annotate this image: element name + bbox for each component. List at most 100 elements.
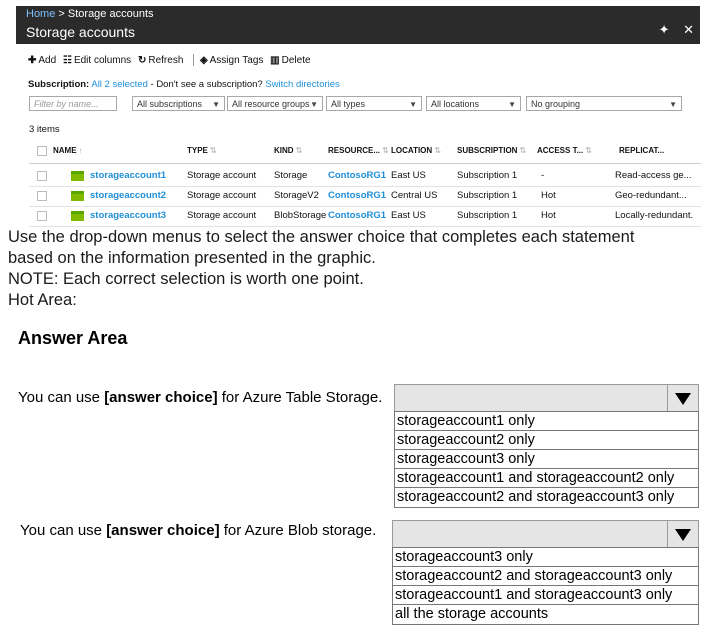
resource-group-link[interactable]: ContosoRG1 [328, 170, 386, 181]
statement-1-suffix: for Azure Table Storage. [217, 389, 383, 406]
cell-location: East US [391, 210, 426, 221]
cell-type: Storage account [187, 170, 257, 181]
statement-1-prefix: You can use [18, 389, 105, 406]
dropdown-option[interactable]: storageaccount3 only [395, 450, 698, 469]
cell-access-tier: - [541, 170, 545, 181]
dropdown-option[interactable]: storageaccount3 only [393, 548, 698, 567]
dropdown-option[interactable]: storageaccount2 and storageaccount3 only [395, 488, 698, 507]
add-label: Add [38, 54, 57, 66]
column-header-subscription[interactable]: SUBSCRIPTION ⇅ [457, 146, 526, 155]
toolbar-divider [193, 54, 195, 66]
refresh-label: Refresh [148, 54, 184, 66]
dropdown-option[interactable]: storageaccount2 only [395, 431, 698, 450]
table-row[interactable]: storageaccount2 Storage account StorageV… [29, 186, 701, 207]
resource-group-link[interactable]: ContosoRG1 [328, 210, 386, 221]
column-header-access-tier[interactable]: ACCESS T... ⇅ [537, 146, 592, 155]
answer-dropdown-1[interactable] [394, 384, 699, 412]
cell-type: Storage account [187, 210, 257, 221]
row-checkbox[interactable] [37, 191, 47, 201]
chevron-down-icon: ▼ [409, 100, 417, 109]
edit-columns-button[interactable]: ☷ Edit columns [63, 55, 131, 66]
types-dropdown[interactable]: All types ▼ [326, 96, 422, 111]
add-button[interactable]: ✚ Add [28, 55, 56, 66]
filter-name-input[interactable]: Filter by name... [29, 96, 117, 111]
assign-tags-label: Assign Tags [209, 54, 264, 66]
column-header-replication[interactable]: REPLICAT... [619, 146, 664, 155]
switch-directories-link[interactable]: Switch directories [265, 79, 339, 90]
chevron-down-icon: ▼ [508, 100, 516, 109]
subscription-question: - Don't see a subscription? [147, 79, 266, 90]
dropdown-option[interactable]: storageaccount2 and storageaccount3 only [393, 567, 698, 586]
cell-replication: Geo-redundant... [615, 190, 687, 201]
blade-title: Storage accounts [26, 24, 135, 40]
chevron-down-icon: ▼ [310, 100, 318, 109]
pin-icon[interactable]: ✦ [659, 22, 670, 37]
subscriptions-dropdown[interactable]: All subscriptions ▼ [132, 96, 225, 111]
breadcrumb-separator: > [55, 8, 68, 20]
question-instruction-line1: Use the drop-down menus to select the an… [8, 228, 635, 246]
grouping-dropdown[interactable]: No grouping ▼ [526, 96, 682, 111]
item-count: 3 items [29, 124, 60, 135]
tag-icon: ◈ [199, 54, 208, 66]
resource-groups-dropdown[interactable]: All resource groups ▼ [227, 96, 323, 111]
dropdown-option[interactable]: all the storage accounts [393, 605, 698, 624]
table-header: NAME ↑ TYPE ⇅ KIND ⇅ RESOURCE... ⇅ LOCATION ⇅… [29, 141, 701, 164]
column-header-type[interactable]: TYPE ⇅ [187, 146, 217, 155]
columns-icon: ☷ [62, 54, 72, 66]
row-checkbox[interactable] [37, 171, 47, 181]
subscription-selected-link[interactable]: All 2 selected [91, 79, 148, 90]
cell-replication: Locally-redundant. [615, 210, 694, 221]
assign-tags-button[interactable]: ◈ Assign Tags [200, 55, 263, 66]
subscriptions-dropdown-value: All subscriptions [137, 99, 203, 109]
statement-2-prefix: You can use [20, 522, 107, 539]
resource-group-link[interactable]: ContosoRG1 [328, 190, 386, 201]
cell-access-tier: Hot [541, 210, 556, 221]
dropdown-option[interactable]: storageaccount1 and storageaccount2 only [395, 469, 698, 488]
storage-account-icon [71, 171, 84, 181]
cell-replication: Read-access ge... [615, 170, 692, 181]
storage-account-name-link[interactable]: storageaccount3 [90, 210, 166, 221]
refresh-button[interactable]: ↻ Refresh [138, 55, 183, 66]
delete-button[interactable]: ▥ Delete [270, 55, 310, 66]
breadcrumb-home-link[interactable]: Home [26, 8, 55, 20]
edit-columns-label: Edit columns [73, 54, 132, 66]
storage-account-name-link[interactable]: storageaccount1 [90, 170, 166, 181]
column-header-kind[interactable]: KIND ⇅ [274, 146, 302, 155]
statement-1-answer-placeholder: [answer choice] [104, 389, 218, 406]
statement-1: You can use [answer choice] for Azure Ta… [18, 389, 382, 406]
cell-kind: BlobStorage [274, 210, 327, 221]
cell-subscription: Subscription 1 [457, 210, 518, 221]
storage-account-name-link[interactable]: storageaccount2 [90, 190, 166, 201]
row-checkbox[interactable] [37, 211, 47, 221]
table-row[interactable]: storageaccount1 Storage account Storage … [29, 166, 701, 187]
locations-dropdown[interactable]: All locations ▼ [426, 96, 521, 111]
dropdown-option[interactable]: storageaccount1 and storageaccount3 only [393, 586, 698, 605]
column-header-name[interactable]: NAME ↑ [53, 146, 83, 155]
blade-header: Home > Storage accounts Storage accounts… [16, 6, 700, 44]
table-row[interactable]: storageaccount3 Storage account BlobStor… [29, 206, 701, 227]
blade-header-controls: ✦ ✕ [649, 22, 694, 38]
breadcrumb: Home > Storage accounts [26, 8, 154, 20]
answer-area-title: Answer Area [18, 328, 128, 348]
answer-dropdown-2[interactable] [392, 520, 699, 548]
grouping-dropdown-value: No grouping [531, 99, 581, 109]
dropdown-arrow-icon[interactable] [667, 521, 698, 547]
dropdown-arrow-icon[interactable] [667, 385, 698, 411]
question-note: NOTE: Each correct selection is worth on… [8, 270, 364, 288]
dropdown-option[interactable]: storageaccount1 only [395, 412, 698, 431]
statement-2-answer-placeholder: [answer choice] [106, 522, 220, 539]
storage-accounts-blade: Home > Storage accounts Storage accounts… [16, 6, 701, 227]
storage-account-icon [71, 191, 84, 201]
select-all-checkbox[interactable] [37, 146, 47, 156]
resource-groups-dropdown-value: All resource groups [232, 99, 310, 109]
column-header-location[interactable]: LOCATION ⇅ [391, 146, 441, 155]
delete-label: Delete [281, 54, 311, 66]
statement-2: You can use [answer choice] for Azure Bl… [20, 522, 376, 539]
cell-subscription: Subscription 1 [457, 190, 518, 201]
trash-icon: ▥ [270, 54, 280, 66]
cell-access-tier: Hot [541, 190, 556, 201]
close-icon[interactable]: ✕ [683, 22, 694, 37]
storage-account-icon [71, 211, 84, 221]
column-header-resource-group[interactable]: RESOURCE... ⇅ [328, 146, 389, 155]
plus-icon: ✚ [28, 54, 37, 66]
